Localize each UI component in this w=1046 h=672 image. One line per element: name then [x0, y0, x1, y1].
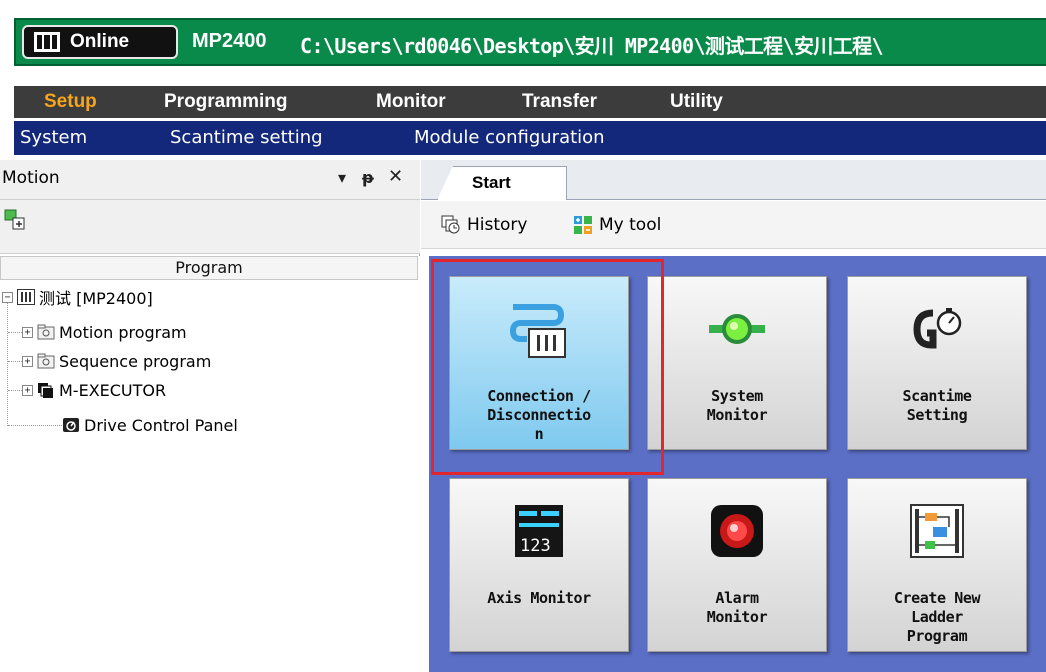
tile-label: Connection / Disconnectio n — [487, 387, 591, 443]
tree-item-label: Drive Control Panel — [84, 415, 238, 435]
close-icon[interactable]: ✕ — [388, 166, 403, 187]
submenu-scantime-setting[interactable]: Scantime setting — [170, 121, 323, 155]
connection-icon — [509, 304, 566, 358]
submenu-bar: System Scantime setting Module configura… — [14, 121, 1046, 155]
project-path: C:\Users\rd0046\Desktop\安川 MP2400\测试工程\安… — [300, 34, 884, 58]
expand-icon[interactable]: + — [22, 384, 33, 396]
menu-setup[interactable]: Setup — [44, 86, 97, 118]
expand-icon[interactable]: + — [22, 326, 33, 338]
my-tool-label: My tool — [599, 215, 662, 235]
menu-monitor[interactable]: Monitor — [376, 86, 446, 118]
motion-panel: Motion ▾ ᵽ ✕ Program − 测试 [MP2400] + Mot… — [0, 160, 420, 672]
expand-icon[interactable]: + — [22, 355, 33, 367]
axis-monitor-icon: 123 — [515, 505, 563, 557]
program-tree: Program − 测试 [MP2400] + Motion program + — [0, 256, 420, 672]
tile-label: Alarm Monitor — [706, 589, 768, 626]
start-area: Start History My tool Connection / Disco… — [421, 160, 1046, 672]
panel-toolbar — [0, 200, 420, 254]
controller-icon — [34, 32, 60, 52]
start-toolbar: History My tool — [421, 201, 1046, 249]
scantime-icon — [913, 308, 962, 349]
tab-start[interactable]: Start — [437, 166, 567, 200]
tree-item-m-executor[interactable]: + M-EXECUTOR — [22, 377, 166, 403]
connection-tile[interactable]: Connection / Disconnectio n — [449, 276, 629, 450]
my-tool-icon — [574, 216, 592, 234]
my-tool-button[interactable]: My tool — [573, 201, 661, 249]
online-status-label: Online — [70, 31, 130, 52]
submenu-module-configuration[interactable]: Module configuration — [414, 121, 605, 155]
dropdown-icon[interactable]: ▾ — [338, 168, 346, 187]
folder-icon — [37, 324, 55, 340]
tree-root[interactable]: − 测试 [MP2400] — [2, 284, 153, 310]
menu-bar: Setup Programming Monitor Transfer Utili… — [14, 86, 1046, 118]
folder-icon — [37, 353, 55, 369]
tree-header: Program — [0, 256, 418, 280]
menu-transfer[interactable]: Transfer — [522, 86, 597, 118]
pin-icon[interactable]: ᵽ — [362, 168, 374, 187]
history-icon — [441, 215, 460, 234]
create-ladder-program-tile[interactable]: Create New Ladder Program — [847, 478, 1027, 652]
tree-item-sequence-program[interactable]: + Sequence program — [22, 348, 211, 374]
tree-item-motion-program[interactable]: + Motion program — [22, 319, 187, 345]
history-button[interactable]: History — [441, 201, 527, 249]
tree-item-label: M-EXECUTOR — [59, 380, 167, 400]
m-executor-icon — [38, 383, 53, 398]
submenu-system[interactable]: System — [20, 121, 87, 155]
menu-utility[interactable]: Utility — [670, 86, 723, 118]
scantime-setting-tile[interactable]: Scantime Setting — [847, 276, 1027, 450]
collapse-icon[interactable]: − — [2, 291, 13, 303]
online-status-badge[interactable]: Online — [22, 25, 178, 59]
system-monitor-tile[interactable]: System Monitor — [647, 276, 827, 450]
tab-strip: Start — [421, 160, 1046, 200]
tiles-panel: Connection / Disconnectio n System Monit… — [429, 256, 1046, 672]
tile-label: Scantime Setting — [902, 387, 972, 424]
tile-label: Create New Ladder Program — [893, 589, 981, 645]
alarm-monitor-icon — [711, 505, 763, 557]
drive-control-icon — [63, 418, 79, 432]
tree-item-label: Sequence program — [59, 351, 212, 371]
tile-label: System Monitor — [706, 387, 768, 424]
controller-node-icon — [17, 289, 35, 305]
tile-label: Axis Monitor — [487, 589, 591, 607]
panel-title: Motion — [2, 168, 60, 188]
alarm-monitor-tile[interactable]: Alarm Monitor — [647, 478, 827, 652]
controller-model: MP2400 — [192, 30, 267, 52]
ladder-program-icon — [910, 504, 964, 558]
axis-monitor-tile[interactable]: 123 Axis Monitor — [449, 478, 629, 652]
tree-root-label: 测试 [MP2400] — [39, 289, 153, 308]
tree-item-drive-control-panel[interactable]: Drive Control Panel — [62, 412, 238, 438]
panel-header: Motion ▾ ᵽ ✕ — [0, 160, 420, 200]
title-bar: Online MP2400 C:\Users\rd0046\Desktop\安川… — [0, 0, 1046, 80]
menu-programming[interactable]: Programming — [164, 86, 288, 118]
tree-view-icon[interactable] — [4, 209, 26, 231]
system-monitor-icon — [709, 314, 765, 344]
tree-item-label: Motion program — [59, 322, 187, 342]
svg-text:123: 123 — [520, 536, 551, 556]
history-label: History — [467, 215, 528, 235]
